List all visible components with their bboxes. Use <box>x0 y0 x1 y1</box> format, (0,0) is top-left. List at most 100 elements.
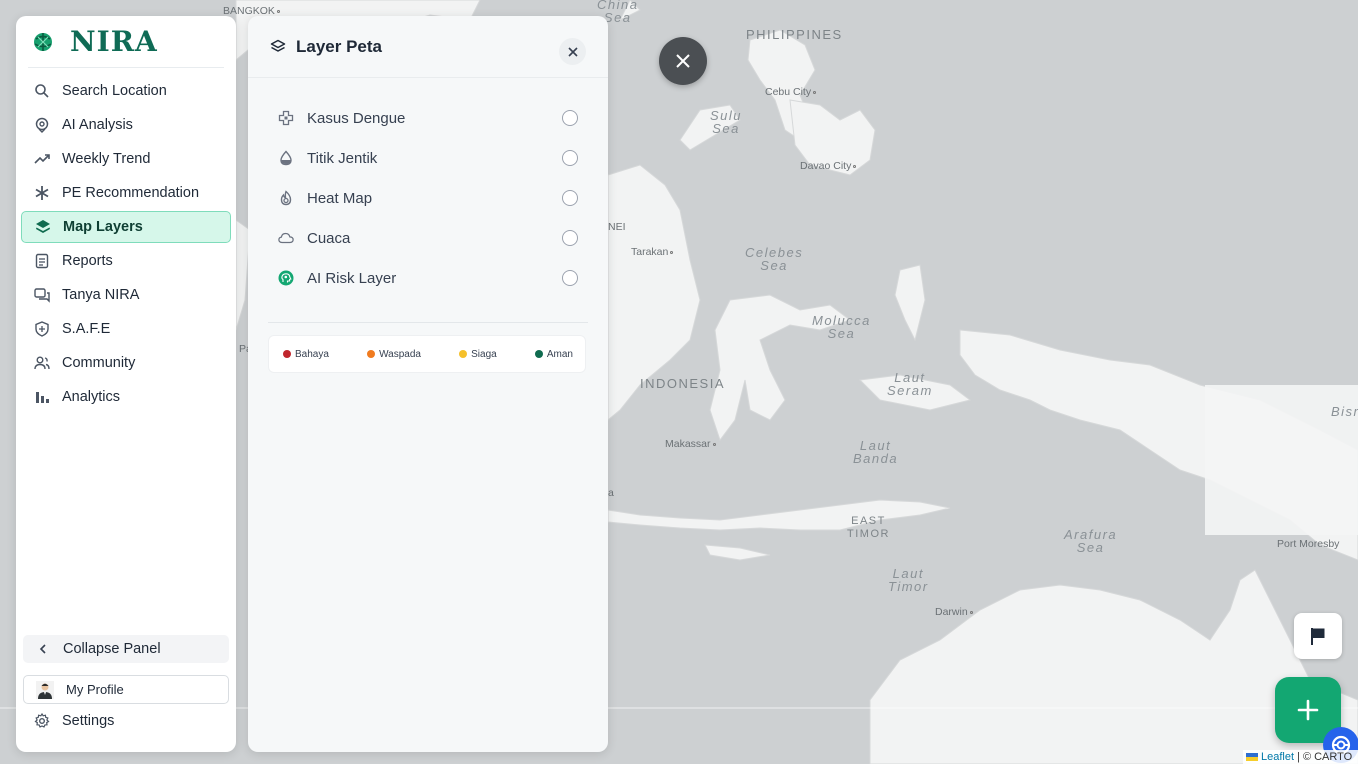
layer-row-kasus-dengue[interactable]: Kasus Dengue <box>270 98 588 138</box>
map-label-cebu: Cebu City <box>765 86 817 99</box>
avatar <box>36 680 54 699</box>
sidebar-item-safe[interactable]: S.A.F.E <box>21 313 231 345</box>
map-label-a: a <box>608 487 614 499</box>
document-icon <box>34 253 50 269</box>
layer-panel-divider <box>268 322 588 323</box>
layer-label: Titik Jentik <box>307 149 378 167</box>
layer-toggle-radio[interactable] <box>562 150 578 166</box>
leaflet-link[interactable]: Leaflet <box>1261 751 1294 763</box>
layer-toggle-radio[interactable] <box>562 110 578 126</box>
my-profile-label: My Profile <box>66 682 124 697</box>
sidebar-item-label: S.A.F.E <box>62 321 111 337</box>
sidebar-item-ai-analysis[interactable]: AI Analysis <box>21 109 231 141</box>
sidebar-item-label: Weekly Trend <box>62 151 151 167</box>
map-label-philippines: PHILIPPINES <box>746 27 843 42</box>
map-label-tarakan: Tarakan <box>631 246 674 259</box>
settings-label: Settings <box>62 713 115 729</box>
layer-panel-title: Layer Peta <box>296 36 382 56</box>
close-icon <box>567 46 578 57</box>
legend-label: Siaga <box>471 348 497 360</box>
report-flag-button[interactable] <box>1294 613 1342 659</box>
map-label-laut-seram: Laut Seram <box>887 370 933 398</box>
collapse-panel-button[interactable]: Collapse Panel <box>23 635 229 663</box>
shield-icon <box>34 321 50 337</box>
chevron-left-icon <box>39 644 46 654</box>
sidebar-item-reports[interactable]: Reports <box>21 245 231 277</box>
sidebar-item-label: PE Recommendation <box>62 185 200 201</box>
users-icon <box>34 355 50 371</box>
layer-toggle-radio[interactable] <box>562 230 578 246</box>
layers-icon <box>35 219 51 235</box>
map-label-nei: NEI <box>608 221 626 233</box>
sidebar-item-label: Tanya NIRA <box>62 287 140 303</box>
chat-icon <box>34 287 50 303</box>
flag-icon <box>1311 628 1325 645</box>
sidebar-item-pe-recommendation[interactable]: PE Recommendation <box>21 177 231 209</box>
gear-icon <box>34 713 50 728</box>
layer-row-titik-jentik[interactable]: Titik Jentik <box>270 138 588 178</box>
cloud-icon <box>278 230 294 246</box>
layers-icon <box>270 39 286 52</box>
legend-item-bahaya: Bahaya <box>283 349 329 360</box>
map-label-east-timor: EAST TIMOR <box>847 515 890 540</box>
map-label-davao: Davao City <box>800 160 857 173</box>
sidebar-item-tanya-nira[interactable]: Tanya NIRA <box>21 279 231 311</box>
map-label-makassar: Makassar <box>665 438 716 451</box>
layer-row-ai-risk-layer[interactable]: AI Risk Layer <box>270 258 588 298</box>
map-label-sulu-sea: Sulu Sea <box>710 108 743 136</box>
legend-item-waspada: Waspada <box>367 349 421 360</box>
sidebar-item-analytics[interactable]: Analytics <box>21 381 231 413</box>
map-label-indonesia: INDONESIA <box>640 376 726 391</box>
layer-row-cuaca[interactable]: Cuaca <box>270 218 588 258</box>
layer-toggle-radio[interactable] <box>562 270 578 286</box>
legend-label: Waspada <box>379 348 421 360</box>
map-label-celebes-sea: Celebes Sea <box>745 245 804 273</box>
layer-label: AI Risk Layer <box>307 269 397 287</box>
collapse-panel-label: Collapse Panel <box>63 641 161 657</box>
legend-label: Aman <box>546 348 573 360</box>
layer-panel-close-button[interactable] <box>559 38 586 65</box>
close-overlay-button[interactable] <box>659 37 707 85</box>
legend-item-siaga: Siaga <box>459 349 497 360</box>
map-label-port-moresby: Port Moresby <box>1277 538 1340 550</box>
legend-dot-green <box>534 350 543 358</box>
sidebar-item-label: Map Layers <box>63 219 143 235</box>
sidebar-item-search-location[interactable]: Search Location <box>21 75 231 107</box>
layer-toggle-radio[interactable] <box>562 190 578 206</box>
legend-label: Bahaya <box>295 348 329 360</box>
brand-name: NIRA <box>70 25 158 58</box>
droplet-icon <box>278 150 294 166</box>
sidebar-item-label: Community <box>62 355 136 371</box>
flame-icon <box>278 190 294 206</box>
my-profile-button[interactable]: My Profile <box>23 675 229 704</box>
map-label-arafura-sea: Arafura Sea <box>1064 527 1118 555</box>
search-icon <box>34 83 50 99</box>
close-icon <box>676 54 690 68</box>
map-label-laut-timor: Laut Timor <box>888 566 929 594</box>
risk-legend: Bahaya Waspada Siaga Aman <box>268 335 586 373</box>
map-label-molucca-sea: Molucca Sea <box>812 313 871 341</box>
sidebar-item-label: Search Location <box>62 83 167 99</box>
bar-chart-icon <box>34 389 50 405</box>
asterisk-icon <box>34 185 50 201</box>
settings-button[interactable]: Settings <box>34 711 114 731</box>
trend-icon <box>34 151 50 167</box>
sidebar: NIRA Search Location AI Analysis Weekly … <box>16 16 236 752</box>
sidebar-item-map-layers[interactable]: Map Layers <box>21 211 231 243</box>
sidebar-item-weekly-trend[interactable]: Weekly Trend <box>21 143 231 175</box>
sidebar-item-community[interactable]: Community <box>21 347 231 379</box>
layer-label: Kasus Dengue <box>307 109 406 127</box>
legend-dot-red <box>283 350 291 358</box>
sidebar-item-label: Reports <box>62 253 113 269</box>
layer-panel: Layer Peta Kasus Dengue Titik Jentik Hea… <box>248 16 608 752</box>
map-attribution: Leaflet | © CARTO <box>1243 750 1358 764</box>
layer-row-heat-map[interactable]: Heat Map <box>270 178 588 218</box>
ukraine-flag-icon <box>1246 753 1258 761</box>
map-label-darwin: Darwin <box>935 606 973 619</box>
map-label-bisr: Bisr <box>1331 404 1358 419</box>
sidebar-nav: Search Location AI Analysis Weekly Trend… <box>21 75 231 415</box>
layer-list: Kasus Dengue Titik Jentik Heat Map Cuaca <box>270 98 588 298</box>
sidebar-item-label: Analytics <box>62 389 121 405</box>
layer-panel-header: Layer Peta <box>248 16 608 78</box>
map-label-laut-banda: Laut Banda <box>853 438 899 466</box>
